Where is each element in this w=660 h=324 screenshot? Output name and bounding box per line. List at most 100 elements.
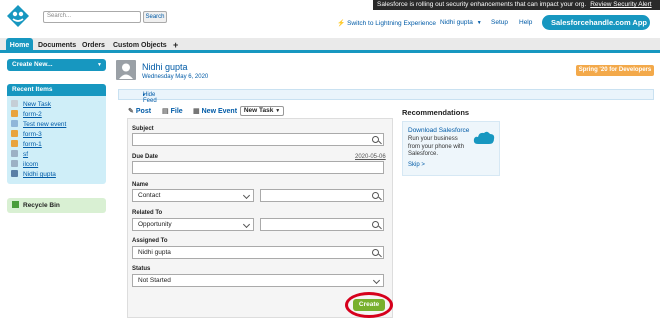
- security-alert-text: Salesforce is rolling out security enhan…: [377, 1, 587, 8]
- recent-item[interactable]: Test new event: [11, 120, 66, 129]
- tab-custom-objects[interactable]: Custom Objects: [113, 38, 167, 53]
- user-name[interactable]: Nidhi gupta: [142, 62, 188, 72]
- form-icon: [11, 110, 18, 117]
- review-security-alert-link[interactable]: Review Security Alert: [590, 1, 651, 8]
- post-label: Post: [135, 108, 152, 115]
- recent-item[interactable]: Nidhi gupta: [11, 170, 56, 179]
- due-date-today-link[interactable]: 2020-05-06: [355, 154, 386, 160]
- publisher-new-task-tab[interactable]: New Task ▼: [240, 106, 284, 116]
- related-to-lookup-input[interactable]: [260, 218, 384, 231]
- tab-home[interactable]: Home: [6, 38, 33, 53]
- publisher-post-tab[interactable]: ✎ Post: [128, 107, 151, 115]
- search-button[interactable]: Search: [143, 11, 167, 23]
- new-task-label: New Task: [243, 107, 274, 114]
- recent-items-panel: Recent Items New Task form-2 Test new ev…: [7, 84, 106, 184]
- recycle-bin-icon: [12, 201, 19, 208]
- recent-item[interactable]: form-2: [11, 110, 42, 119]
- chevron-down-icon: [242, 220, 251, 229]
- recent-item-link[interactable]: form-3: [23, 131, 42, 138]
- recent-item[interactable]: ilcom: [11, 160, 38, 169]
- due-date-label: Due Date: [132, 154, 159, 160]
- record-icon: [11, 150, 18, 157]
- tab-orders[interactable]: Orders: [82, 38, 105, 53]
- search-input[interactable]: Search...: [43, 11, 141, 23]
- recycle-bin-link[interactable]: Recycle Bin: [7, 198, 106, 213]
- recent-item-link[interactable]: Nidhi gupta: [23, 171, 56, 178]
- subject-input[interactable]: [132, 133, 384, 146]
- publisher-file-tab[interactable]: ▤ File: [162, 107, 183, 115]
- recent-item-link[interactable]: ilcom: [23, 161, 38, 168]
- download-salesforce-link[interactable]: Download Salesforce: [408, 127, 469, 134]
- salesforce-logo-icon[interactable]: [5, 4, 31, 28]
- file-icon: ▤: [162, 108, 169, 115]
- user-silhouette-icon: [119, 63, 133, 79]
- status-value: Not Started: [138, 277, 171, 284]
- recent-items-title: Recent Items: [7, 84, 106, 96]
- subject-label: Subject: [132, 126, 154, 132]
- skip-link[interactable]: Skip >: [408, 162, 425, 168]
- search-icon[interactable]: [372, 249, 379, 256]
- assigned-to-label: Assigned To: [132, 238, 168, 244]
- caret-down-icon: ▼: [275, 108, 281, 114]
- event-icon: ▦: [193, 108, 200, 115]
- create-button[interactable]: Create: [353, 299, 385, 311]
- tab-add-button[interactable]: +: [173, 38, 178, 53]
- create-new-label: Create New...: [12, 61, 53, 68]
- app-menu-button[interactable]: Salesforcehandle.com App ▼: [542, 15, 650, 42]
- recent-item[interactable]: New Task: [11, 100, 51, 109]
- spring-developers-button[interactable]: Spring '20 for Developers: [576, 65, 654, 76]
- avatar[interactable]: [116, 60, 136, 80]
- related-to-label: Related To: [132, 210, 163, 216]
- due-date-input[interactable]: [132, 161, 384, 174]
- switch-lightning-link[interactable]: ⚡ Switch to Lightning Experience: [337, 19, 436, 27]
- assigned-to-input[interactable]: Nidhi gupta: [132, 246, 384, 259]
- help-link[interactable]: Help: [519, 19, 532, 26]
- recent-item[interactable]: sf: [11, 150, 28, 159]
- event-icon: [11, 120, 18, 127]
- recent-item-link[interactable]: New Task: [23, 101, 51, 108]
- caret-down-icon: ▼: [97, 62, 102, 68]
- record-icon: [11, 160, 18, 167]
- related-to-type-value: Opportunity: [138, 221, 172, 228]
- post-icon: ✎: [128, 108, 134, 115]
- name-label: Name: [132, 182, 149, 188]
- create-new-menu[interactable]: Create New... ▼: [7, 59, 106, 71]
- recent-item-link[interactable]: form-1: [23, 141, 42, 148]
- task-icon: [11, 100, 18, 107]
- name-type-select[interactable]: Contact: [132, 189, 254, 202]
- recent-item-link[interactable]: form-2: [23, 111, 42, 118]
- recent-item-link[interactable]: sf: [23, 151, 28, 158]
- current-date: Wednesday May 6, 2020: [142, 74, 209, 80]
- header: Search... Search Salesforce is rolling o…: [0, 0, 660, 42]
- hide-feed-label: Hide Feed: [143, 92, 157, 104]
- new-event-label: New Event: [201, 108, 238, 115]
- user-icon: [11, 170, 18, 177]
- recycle-bin-label: Recycle Bin: [23, 202, 60, 209]
- status-select[interactable]: Not Started: [132, 274, 384, 287]
- tab-bar: Home Documents Orders Custom Objects +: [0, 38, 660, 53]
- search-icon[interactable]: [372, 221, 379, 228]
- recent-item[interactable]: form-1: [11, 140, 42, 149]
- related-to-type-select[interactable]: Opportunity: [132, 218, 254, 231]
- chevron-down-icon: [372, 276, 381, 285]
- hide-feed-bar[interactable]: ▸ Hide Feed: [118, 89, 654, 104]
- switch-lightning-label: Switch to Lightning Experience: [347, 20, 436, 27]
- recent-item[interactable]: form-3: [11, 130, 42, 139]
- chevron-down-icon: [242, 191, 251, 200]
- user-menu[interactable]: Nidhi gupta ▼: [440, 19, 482, 26]
- tab-documents[interactable]: Documents: [38, 38, 76, 53]
- name-type-value: Contact: [138, 192, 161, 199]
- user-menu-label: Nidhi gupta: [440, 19, 473, 26]
- search-icon[interactable]: [372, 136, 379, 143]
- file-label: File: [170, 108, 183, 115]
- status-label: Status: [132, 266, 151, 272]
- search-icon[interactable]: [372, 192, 379, 199]
- recent-item-link[interactable]: Test new event: [23, 121, 66, 128]
- setup-link[interactable]: Setup: [491, 19, 508, 26]
- publisher-new-event-tab[interactable]: ▦ New Event: [193, 107, 237, 115]
- security-alert-banner: Salesforce is rolling out security enhan…: [373, 0, 660, 10]
- salesforce-cloud-icon: [473, 131, 495, 144]
- form-icon: [11, 130, 18, 137]
- app-menu-label: Salesforcehandle.com App: [551, 18, 647, 27]
- name-lookup-input[interactable]: [260, 189, 384, 202]
